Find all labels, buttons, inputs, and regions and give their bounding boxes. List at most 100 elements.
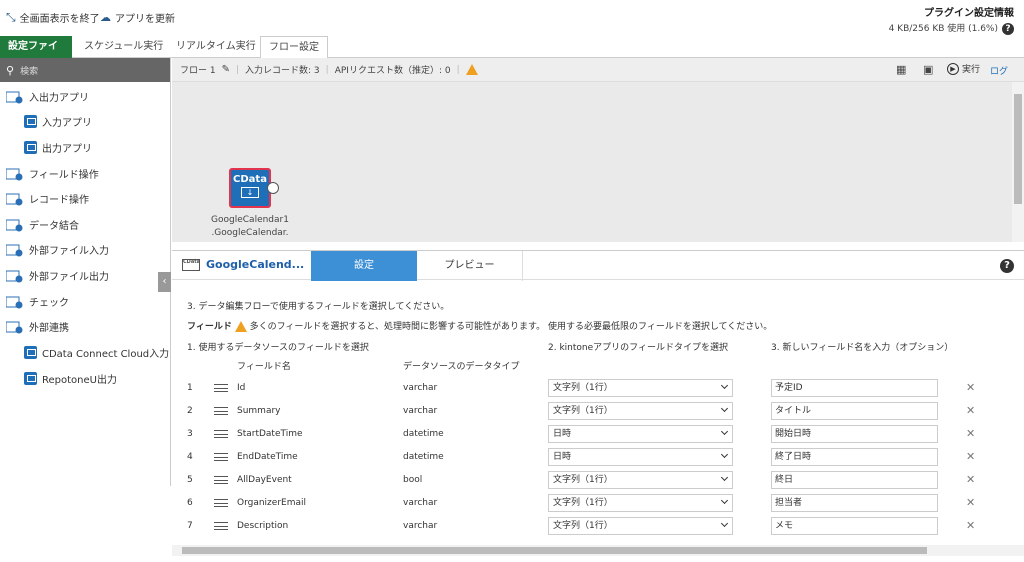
fields-warning-line: フィールド 多くのフィールドを選択すると、処理時間に影響する可能性があります。 … — [187, 319, 772, 332]
drag-handle-icon[interactable] — [214, 384, 228, 392]
drag-handle-icon[interactable] — [214, 499, 228, 507]
sidebar-item-ext-file-input[interactable]: 外部ファイル入力 — [5, 242, 109, 257]
fields-warning-text: 多くのフィールドを選択すると、処理時間に影響する可能性があります。 使用する必要… — [249, 322, 773, 332]
new-field-name-input[interactable]: 開始日時 — [771, 425, 938, 443]
remove-row-icon[interactable]: ✕ — [966, 450, 975, 463]
new-field-name-input[interactable]: タイトル — [771, 402, 938, 420]
sidebar-item-data-join[interactable]: データ結合 — [5, 217, 79, 232]
tab-flow-settings[interactable]: フロー設定 — [260, 36, 328, 59]
api-request-count: APIリクエスト数（推定）: 0 — [334, 66, 451, 76]
remove-row-icon[interactable]: ✕ — [966, 496, 975, 509]
node-output-port[interactable] — [267, 182, 279, 194]
data-type: varchar — [403, 498, 438, 508]
tab-settings[interactable]: 設定 — [311, 251, 417, 281]
plugin-info: プラグイン設定情報 4 KB/256 KB 使用 (1.6%)? — [889, 4, 1014, 35]
folder-gear-icon — [5, 320, 24, 334]
flow-node-google-calendar[interactable]: CData ↓ — [229, 168, 271, 208]
row-number: 7 — [187, 521, 193, 531]
top-bar: ⤡ 全画面表示を終了 ☁ アプリを更新 プラグイン設定情報 4 KB/256 K… — [0, 0, 1024, 36]
row-number: 2 — [187, 406, 193, 416]
new-field-name-input[interactable]: メモ — [771, 517, 938, 535]
fields-label: フィールド — [187, 322, 232, 332]
data-type: bool — [403, 475, 423, 485]
update-app-button[interactable]: ☁ アプリを更新 — [100, 10, 175, 25]
play-icon: ▶ — [947, 62, 959, 75]
chevron-down-icon — [720, 473, 729, 482]
row-number: 4 — [187, 452, 193, 462]
comment-icon[interactable]: ▣ — [923, 63, 933, 76]
remove-row-icon[interactable]: ✕ — [966, 473, 975, 486]
tab-realtime[interactable]: リアルタイム実行 — [168, 36, 264, 58]
sidebar-item-repotone-output[interactable]: RepotoneU出力 — [24, 371, 117, 386]
sidebar-item-label: 外部ファイル出力 — [29, 272, 109, 283]
kintone-type-select[interactable]: 文字列（1行） — [548, 379, 733, 397]
row-number: 5 — [187, 475, 193, 485]
search-icon: ⚲ — [6, 63, 15, 77]
new-field-name-input[interactable]: 終日 — [771, 471, 938, 489]
data-type: datetime — [403, 452, 444, 462]
panel-horizontal-scrollbar[interactable] — [172, 545, 1024, 556]
remove-row-icon[interactable]: ✕ — [966, 381, 975, 394]
kintone-type-select[interactable]: 日時 — [548, 425, 733, 443]
help-icon[interactable]: ? — [1000, 259, 1014, 273]
panel-title: CData GoogleCalend... — [182, 258, 304, 271]
kintone-type-select[interactable]: 文字列（1行） — [548, 471, 733, 489]
tab-preview[interactable]: プレビュー — [417, 251, 523, 281]
sidebar-item-output-app[interactable]: 出力アプリ — [24, 140, 92, 155]
column-header-source: 1. 使用するデータソースのフィールドを選択 — [187, 343, 369, 353]
sidebar-item-field-ops[interactable]: フィールド操作 — [5, 166, 99, 181]
kintone-type-select[interactable]: 文字列（1行） — [548, 517, 733, 535]
run-button[interactable]: ▶ 実行 — [947, 62, 980, 75]
new-field-name-input[interactable]: 予定ID — [771, 379, 938, 397]
drag-handle-icon[interactable] — [214, 522, 228, 530]
kintone-type-value: 文字列（1行） — [553, 475, 613, 485]
chevron-down-icon — [720, 381, 729, 390]
column-header-new-name: 3. 新しいフィールド名を入力（オプション） — [771, 343, 954, 353]
sidebar-item-cdata-input[interactable]: CData Connect Cloud入力 — [24, 345, 169, 360]
flow-view-icon[interactable]: ▦ — [896, 63, 906, 76]
sidebar-item-input-app[interactable]: 入力アプリ — [24, 114, 92, 129]
node-label-line1: GoogleCalendar1 — [211, 215, 289, 225]
sidebar-item-label: 外部ファイル入力 — [29, 246, 109, 257]
row-number: 1 — [187, 383, 193, 393]
run-label: 実行 — [962, 65, 981, 75]
remove-row-icon[interactable]: ✕ — [966, 427, 975, 440]
sidebar-item-record-ops[interactable]: レコード操作 — [5, 191, 89, 206]
edit-icon[interactable]: ✎ — [222, 64, 230, 75]
new-field-name-input[interactable]: 終了日時 — [771, 448, 938, 466]
main-tabs: 設定ファイル スケジュール実行 リアルタイム実行 フロー設定 — [0, 36, 1024, 74]
repotone-icon — [24, 372, 37, 385]
tab-config-file[interactable]: 設定ファイル — [0, 36, 72, 74]
remove-row-icon[interactable]: ✕ — [966, 519, 975, 532]
sidebar-item-label: RepotoneU出力 — [42, 375, 117, 386]
remove-row-icon[interactable]: ✕ — [966, 404, 975, 417]
collapse-sidebar-button[interactable]: ‹ — [158, 272, 171, 292]
data-type: varchar — [403, 521, 438, 531]
sidebar-item-io-apps[interactable]: 入出力アプリ — [5, 89, 89, 104]
kintone-type-select[interactable]: 文字列（1行） — [548, 402, 733, 420]
kintone-type-select[interactable]: 文字列（1行） — [548, 494, 733, 512]
drag-handle-icon[interactable] — [214, 476, 228, 484]
search-input[interactable]: ⚲ 検索 — [0, 58, 170, 82]
drag-handle-icon[interactable] — [214, 430, 228, 438]
new-field-name-input[interactable]: 担当者 — [771, 494, 938, 512]
drag-handle-icon[interactable] — [214, 453, 228, 461]
sidebar-item-label: 外部連携 — [29, 323, 69, 334]
plugin-info-title: プラグイン設定情報 — [924, 8, 1014, 19]
warning-icon[interactable] — [465, 64, 478, 75]
sidebar-item-ext-integration[interactable]: 外部連携 — [5, 319, 69, 334]
exit-fullscreen-button[interactable]: ⤡ 全画面表示を終了 — [6, 10, 100, 25]
sidebar-item-ext-file-output[interactable]: 外部ファイル出力 — [5, 268, 109, 283]
sidebar-item-check[interactable]: チェック — [5, 294, 69, 309]
canvas-scrollbar[interactable] — [1012, 82, 1024, 242]
cloud-upload-icon: ☁ — [100, 11, 111, 24]
chevron-down-icon — [720, 427, 729, 436]
tab-schedule[interactable]: スケジュール実行 — [76, 36, 171, 58]
cdata-icon — [24, 346, 37, 359]
kintone-type-select[interactable]: 日時 — [548, 448, 733, 466]
kintone-type-value: 文字列（1行） — [553, 406, 613, 416]
help-icon[interactable]: ? — [1002, 22, 1014, 35]
chevron-down-icon — [720, 450, 729, 459]
log-link[interactable]: ログ — [990, 64, 1008, 77]
drag-handle-icon[interactable] — [214, 407, 228, 415]
